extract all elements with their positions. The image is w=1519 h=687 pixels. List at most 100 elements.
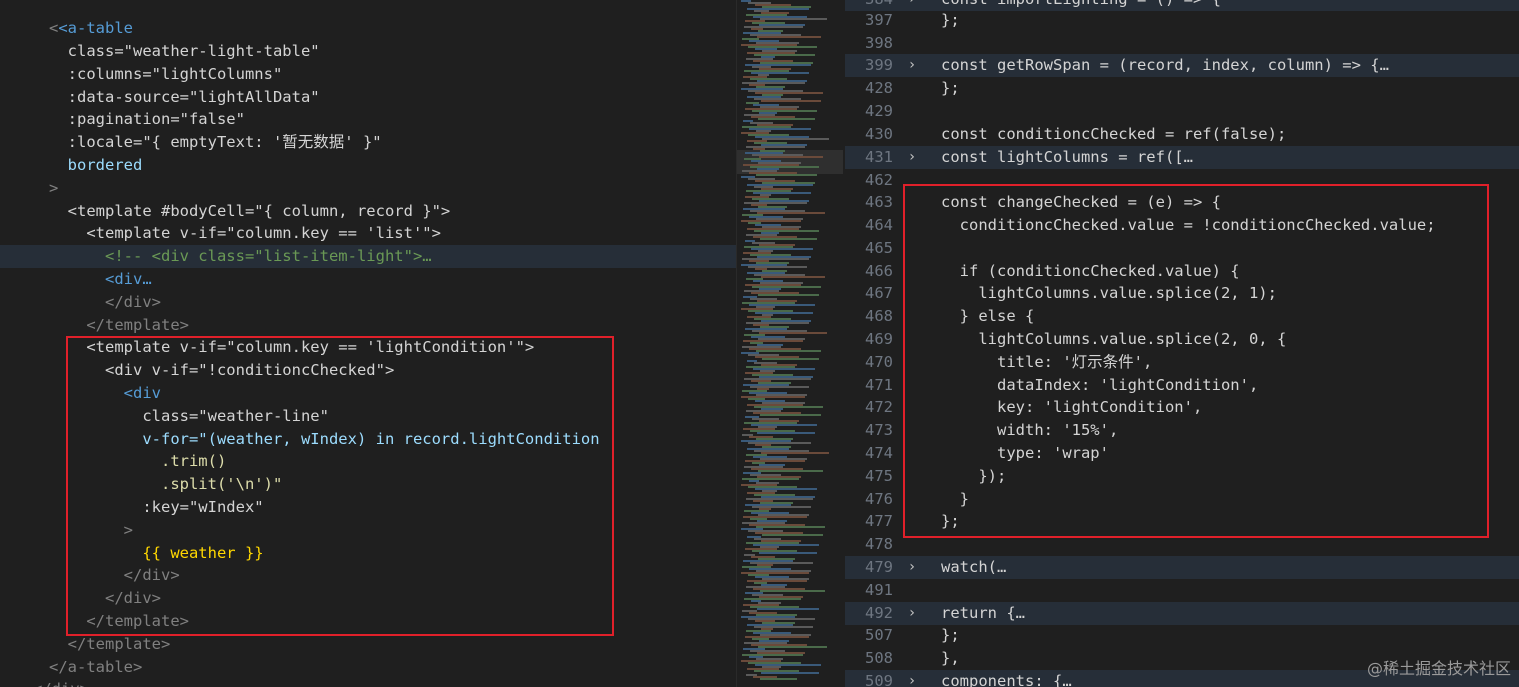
code-text: </template> [49,316,189,334]
minimap-line [758,294,819,296]
line-number: 474 [865,444,893,462]
code-text: .split('\n')" [49,475,283,493]
minimap-line [759,332,827,334]
code-line[interactable]: 473 width: '15%', [845,419,1519,442]
code-line[interactable]: :pagination="false" [0,108,736,131]
minimap-line [757,212,825,214]
code-line[interactable]: 399 › const getRowSpan = (record, index, c… [845,54,1519,77]
code-line[interactable]: </template> [0,610,736,633]
minimap[interactable] [736,0,846,687]
code-line[interactable]: 398 [845,32,1519,55]
code-text: const conditioncChecked = ref(false); [941,125,1287,143]
fold-chevron-icon[interactable]: › [905,556,919,579]
code-line[interactable]: 476 } [845,488,1519,511]
code-line[interactable]: 465 [845,237,1519,260]
code-line[interactable]: <!-- <div class="list-item-light">… [0,245,736,268]
code-text: </div> [49,566,180,584]
fold-chevron-icon[interactable]: › [905,54,919,77]
code-line[interactable]: 430 const conditioncChecked = ref(false); [845,123,1519,146]
code-line[interactable]: :columns="lightColumns" [0,63,736,86]
minimap-line [756,174,817,176]
code-line[interactable]: > [0,519,736,542]
code-text: <!-- <div class="list-item-light">… [49,247,432,265]
minimap-line [756,526,825,528]
code-line[interactable]: </template> [0,314,736,337]
code-line[interactable]: 462 [845,169,1519,192]
code-text: v-for="(weather, wIndex) in record.light… [49,430,600,448]
line-number: 469 [865,330,893,348]
code-line[interactable]: 428}; [845,77,1519,100]
code-line[interactable]: <<a-table [0,17,736,40]
minimap-line [762,138,829,140]
fold-chevron-icon[interactable]: › [905,146,919,169]
code-line[interactable]: <template v-if="column.key == 'lightCond… [0,336,736,359]
code-line[interactable]: </div> [0,587,736,610]
code-text: }); [941,467,1007,485]
line-number: 479 [865,558,893,576]
code-line[interactable]: 470 title: '灯示条件', [845,351,1519,374]
code-line[interactable]: 479 › watch(… [845,556,1519,579]
code-text: return {… [941,604,1025,622]
code-line[interactable]: <template #bodyCell="{ column, record }"… [0,200,736,223]
code-line[interactable]: 431 › const lightColumns = ref([… [845,146,1519,169]
code-line[interactable]: > [0,177,736,200]
code-text: type: 'wrap' [941,444,1109,462]
code-line[interactable]: 474 type: 'wrap' [845,442,1519,465]
code-line[interactable]: </div> [0,564,736,587]
code-line[interactable]: <div… [0,268,736,291]
code-line[interactable]: 397}; [845,9,1519,32]
line-number: 397 [865,11,893,29]
code-line[interactable]: v-for="(weather, wIndex) in record.light… [0,428,736,451]
code-line[interactable]: 478 [845,533,1519,556]
code-line[interactable]: .split('\n')" [0,473,736,496]
code-line[interactable]: class="weather-light-table" [0,40,736,63]
code-line[interactable]: 492 › return {… [845,602,1519,625]
code-line[interactable]: :locale="{ emptyText: '暂无数据' }" [0,131,736,154]
line-number: 509 [865,672,893,687]
code-text: class="weather-light-table" [49,42,320,60]
code-text: if (conditioncChecked.value) { [941,262,1240,280]
code-text: <div v-if="!conditioncChecked"> [49,361,395,379]
code-line[interactable]: {{ weather }} [0,542,736,565]
fold-chevron-icon[interactable]: › [905,670,919,687]
code-text: <div… [49,270,152,288]
code-line[interactable]: 475 }); [845,465,1519,488]
code-text: dataIndex: 'lightCondition', [941,376,1259,394]
code-line[interactable]: class="weather-line" [0,405,736,428]
code-line[interactable]: 466 if (conditioncChecked.value) { [845,260,1519,283]
code-line[interactable]: 463 const changeChecked = (e) => { [845,191,1519,214]
code-text: <a-table [58,19,133,37]
code-line[interactable]: 477}; [845,510,1519,533]
minimap-line [760,238,817,240]
code-line[interactable]: 507}; [845,624,1519,647]
code-line[interactable]: :data-source="lightAllData" [0,86,736,109]
code-line[interactable]: <div [0,382,736,405]
code-line[interactable]: 467 lightColumns.value.splice(2, 1); [845,282,1519,305]
left-editor-pane[interactable]: <<a-table class="weather-light-table" :c… [0,0,736,687]
code-line[interactable]: 429 [845,100,1519,123]
code-line[interactable]: 468 } else { [845,305,1519,328]
code-line[interactable]: bordered [0,154,736,177]
code-text: :pagination="false" [49,110,245,128]
code-line[interactable]: </template> [0,633,736,656]
fold-chevron-icon[interactable]: › [905,602,919,625]
line-number: 467 [865,284,893,302]
right-editor-pane[interactable]: 384›const importLighting = () => {397};3… [845,0,1519,687]
code-line[interactable]: <template v-if="column.key == 'list'"> [0,222,736,245]
code-line[interactable]: 471 dataIndex: 'lightCondition', [845,374,1519,397]
code-text: <template v-if="column.key == 'lightCond… [49,338,535,356]
code-line[interactable]: <div v-if="!conditioncChecked"> [0,359,736,382]
code-line[interactable]: .trim() [0,450,736,473]
code-line[interactable]: </div> [0,291,736,314]
line-number: 465 [865,239,893,257]
code-line[interactable]: </div> [0,678,736,687]
code-line[interactable]: 491 [845,579,1519,602]
code-text: }; [941,512,960,530]
minimap-line [758,646,827,648]
code-line[interactable]: 472 key: 'lightCondition', [845,396,1519,419]
code-line[interactable]: 469 lightColumns.value.splice(2, 0, { [845,328,1519,351]
code-line[interactable]: :key="wIndex" [0,496,736,519]
code-line[interactable]: 464 conditioncChecked.value = !condition… [845,214,1519,237]
code-line[interactable]: </a-table> [0,656,736,679]
line-number: 468 [865,307,893,325]
